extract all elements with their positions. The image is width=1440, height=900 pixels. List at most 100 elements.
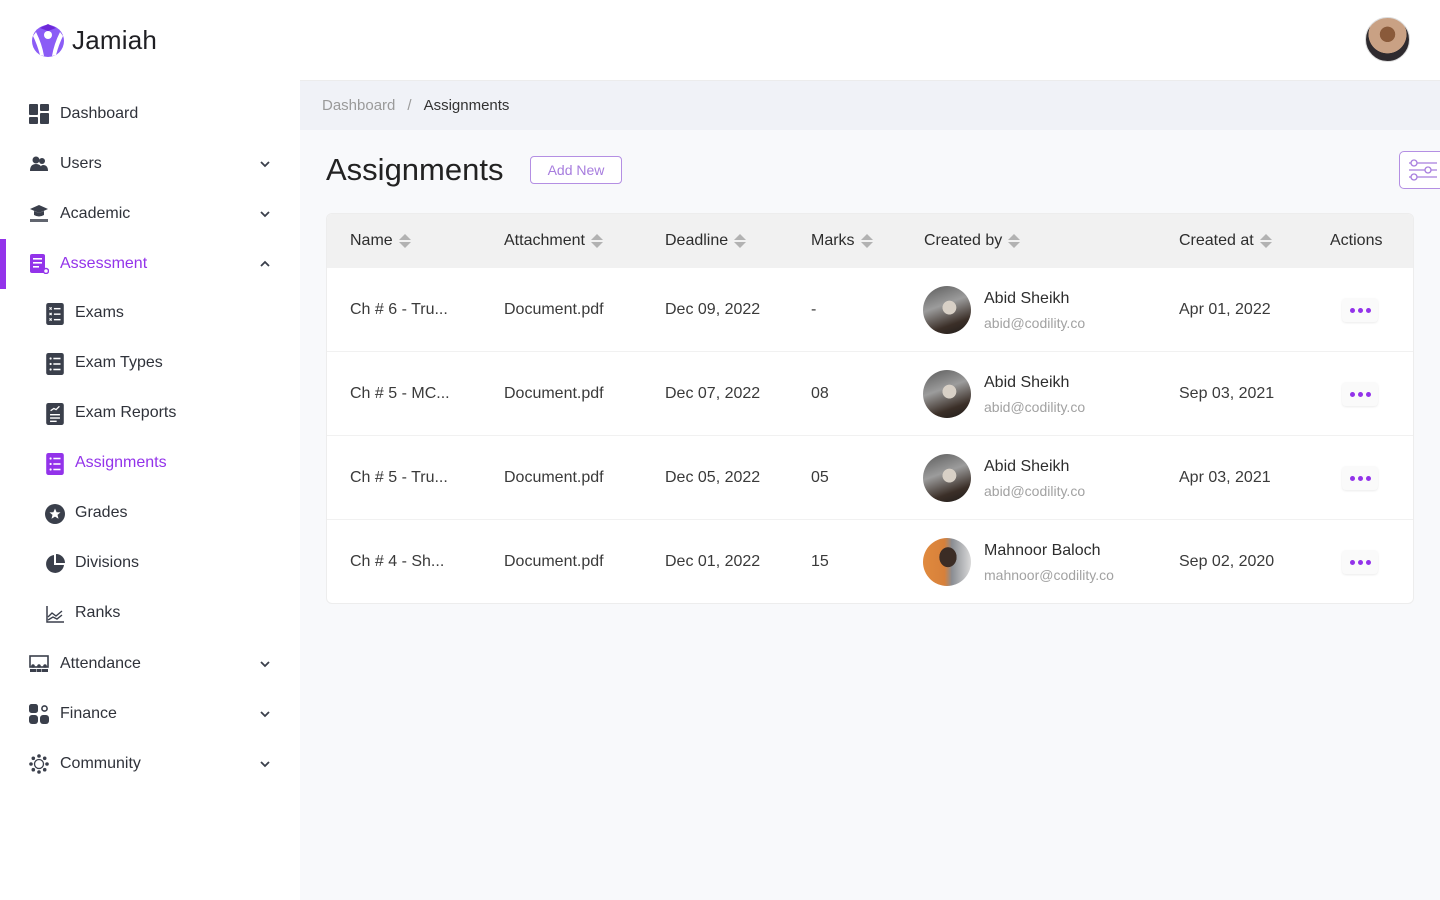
sidebar-item-community[interactable]: Community xyxy=(0,739,300,789)
assignment-name[interactable]: Ch # 6 - Tru... xyxy=(350,268,448,352)
more-actions-button[interactable] xyxy=(1342,466,1378,490)
sidebar-subitem-exam-types[interactable]: Exam Types xyxy=(0,339,300,389)
column-header-name[interactable]: Name xyxy=(350,214,411,267)
creator-name: Abid Sheikh xyxy=(984,289,1070,307)
table-row[interactable]: Ch # 5 - Tru... Document.pdf Dec 05, 202… xyxy=(327,435,1413,519)
column-label: Attachment xyxy=(504,231,585,249)
sidebar-subitem-label: Ranks xyxy=(75,604,121,621)
sidebar-subitem-divisions[interactable]: Divisions xyxy=(0,539,300,589)
creator-name: Abid Sheikh xyxy=(984,457,1070,475)
sidebar-item-label: Finance xyxy=(60,705,117,722)
sidebar-item-academic[interactable]: Academic xyxy=(0,189,300,239)
table-header: Name Attachment Deadline Marks Created b… xyxy=(327,214,1413,267)
sidebar-item-label: Academic xyxy=(60,205,131,222)
creator-name: Abid Sheikh xyxy=(984,373,1070,391)
sidebar-subitem-assignments[interactable]: Assignments xyxy=(0,439,300,489)
created-by: Abid Sheikh abid@codility.co xyxy=(923,352,1085,436)
column-header-attachment[interactable]: Attachment xyxy=(504,214,603,267)
sidebar: Dashboard Users Academic Assessment Exam… xyxy=(0,80,300,900)
more-dots-icon xyxy=(1349,391,1355,397)
creator-email: mahnoor@codility.co xyxy=(984,566,1114,583)
creator-avatar xyxy=(923,454,971,502)
sidebar-item-label: Users xyxy=(60,155,102,172)
more-actions-button[interactable] xyxy=(1342,550,1378,574)
column-label: Actions xyxy=(1330,231,1383,249)
actions-cell xyxy=(1342,520,1378,603)
graduation-cap-icon xyxy=(28,203,50,225)
sidebar-item-assessment[interactable]: Assessment xyxy=(0,239,300,289)
assignment-name[interactable]: Ch # 5 - Tru... xyxy=(350,436,448,520)
sidebar-subitem-ranks[interactable]: Ranks xyxy=(0,589,300,639)
table-row[interactable]: Ch # 4 - Sh... Document.pdf Dec 01, 2022… xyxy=(327,519,1413,603)
created-by: Mahnoor Baloch mahnoor@codility.co xyxy=(923,520,1114,603)
column-label: Marks xyxy=(811,231,855,249)
attendance-icon xyxy=(28,653,50,675)
line-chart-icon xyxy=(46,606,64,623)
marks: 15 xyxy=(811,553,829,570)
attachment-link[interactable]: Document.pdf xyxy=(504,436,604,520)
app-name: Jamiah xyxy=(72,24,158,55)
sort-icon xyxy=(1259,233,1272,248)
list-icon xyxy=(46,353,64,375)
creator-avatar xyxy=(923,538,971,586)
assignment-name[interactable]: Ch # 5 - MC... xyxy=(350,352,450,436)
creator-avatar xyxy=(923,370,971,418)
main-content: Dashboard / Assignments Assignments Add … xyxy=(300,80,1440,900)
sliders-icon xyxy=(1409,159,1437,181)
sort-icon xyxy=(1008,233,1021,248)
community-icon xyxy=(28,753,50,775)
sidebar-subitem-label: Exam Reports xyxy=(75,404,177,421)
add-new-button[interactable]: Add New xyxy=(530,156,622,184)
attachment-link[interactable]: Document.pdf xyxy=(504,352,604,436)
column-header-marks[interactable]: Marks xyxy=(811,214,873,267)
logo[interactable]: Jamiah xyxy=(30,22,157,58)
sort-icon xyxy=(590,233,603,248)
sidebar-subitem-label: Exam Types xyxy=(75,354,163,371)
sidebar-item-label: Dashboard xyxy=(60,105,139,122)
chevron-down-icon xyxy=(260,761,270,768)
sidebar-subitem-grades[interactable]: Grades xyxy=(0,489,300,539)
actions-cell xyxy=(1342,436,1378,520)
sidebar-item-dashboard[interactable]: Dashboard xyxy=(0,89,300,139)
sidebar-item-attendance[interactable]: Attendance xyxy=(0,639,300,689)
sidebar-subitem-label: Exams xyxy=(75,304,124,321)
user-avatar[interactable] xyxy=(1365,17,1410,62)
sidebar-item-label: Community xyxy=(60,755,141,772)
sidebar-subitem-label: Divisions xyxy=(75,554,140,571)
column-label: Deadline xyxy=(665,231,729,249)
breadcrumb-dashboard-link[interactable]: Dashboard xyxy=(322,97,395,114)
more-dots-icon xyxy=(1349,559,1355,565)
sidebar-subitem-exams[interactable]: Exams xyxy=(0,289,300,339)
more-dots-icon xyxy=(1349,307,1355,313)
actions-cell xyxy=(1342,268,1378,352)
attachment-link[interactable]: Document.pdf xyxy=(504,520,604,603)
column-header-created-by[interactable]: Created by xyxy=(924,214,1021,267)
star-circle-icon xyxy=(45,504,65,524)
assignment-name[interactable]: Ch # 4 - Sh... xyxy=(350,520,444,603)
column-header-deadline[interactable]: Deadline xyxy=(665,214,747,267)
filter-button[interactable] xyxy=(1399,151,1440,189)
table-row[interactable]: Ch # 5 - MC... Document.pdf Dec 07, 2022… xyxy=(327,351,1413,435)
breadcrumb-current: Assignments xyxy=(423,97,510,114)
more-actions-button[interactable] xyxy=(1342,298,1378,322)
users-icon xyxy=(28,153,50,175)
sidebar-subitem-exam-reports[interactable]: Exam Reports xyxy=(0,389,300,439)
table-body: Ch # 6 - Tru... Document.pdf Dec 09, 202… xyxy=(327,267,1413,603)
created-by: Abid Sheikh abid@codility.co xyxy=(923,436,1085,520)
deadline: Dec 05, 2022 xyxy=(665,469,761,486)
creator-name: Mahnoor Baloch xyxy=(984,541,1101,559)
sort-icon xyxy=(860,233,873,248)
sort-icon xyxy=(398,233,411,248)
sidebar-item-users[interactable]: Users xyxy=(0,139,300,189)
deadline: Dec 09, 2022 xyxy=(665,301,761,318)
actions-cell xyxy=(1342,352,1378,436)
dashboard-icon xyxy=(28,103,50,125)
sidebar-item-finance[interactable]: Finance xyxy=(0,689,300,739)
table-row[interactable]: Ch # 6 - Tru... Document.pdf Dec 09, 202… xyxy=(327,267,1413,351)
pie-chart-icon xyxy=(46,554,65,573)
more-actions-button[interactable] xyxy=(1342,382,1378,406)
creator-email: abid@codility.co xyxy=(984,398,1086,415)
checklist-icon xyxy=(46,303,64,325)
attachment-link[interactable]: Document.pdf xyxy=(504,268,604,352)
column-header-created-at[interactable]: Created at xyxy=(1179,214,1272,267)
